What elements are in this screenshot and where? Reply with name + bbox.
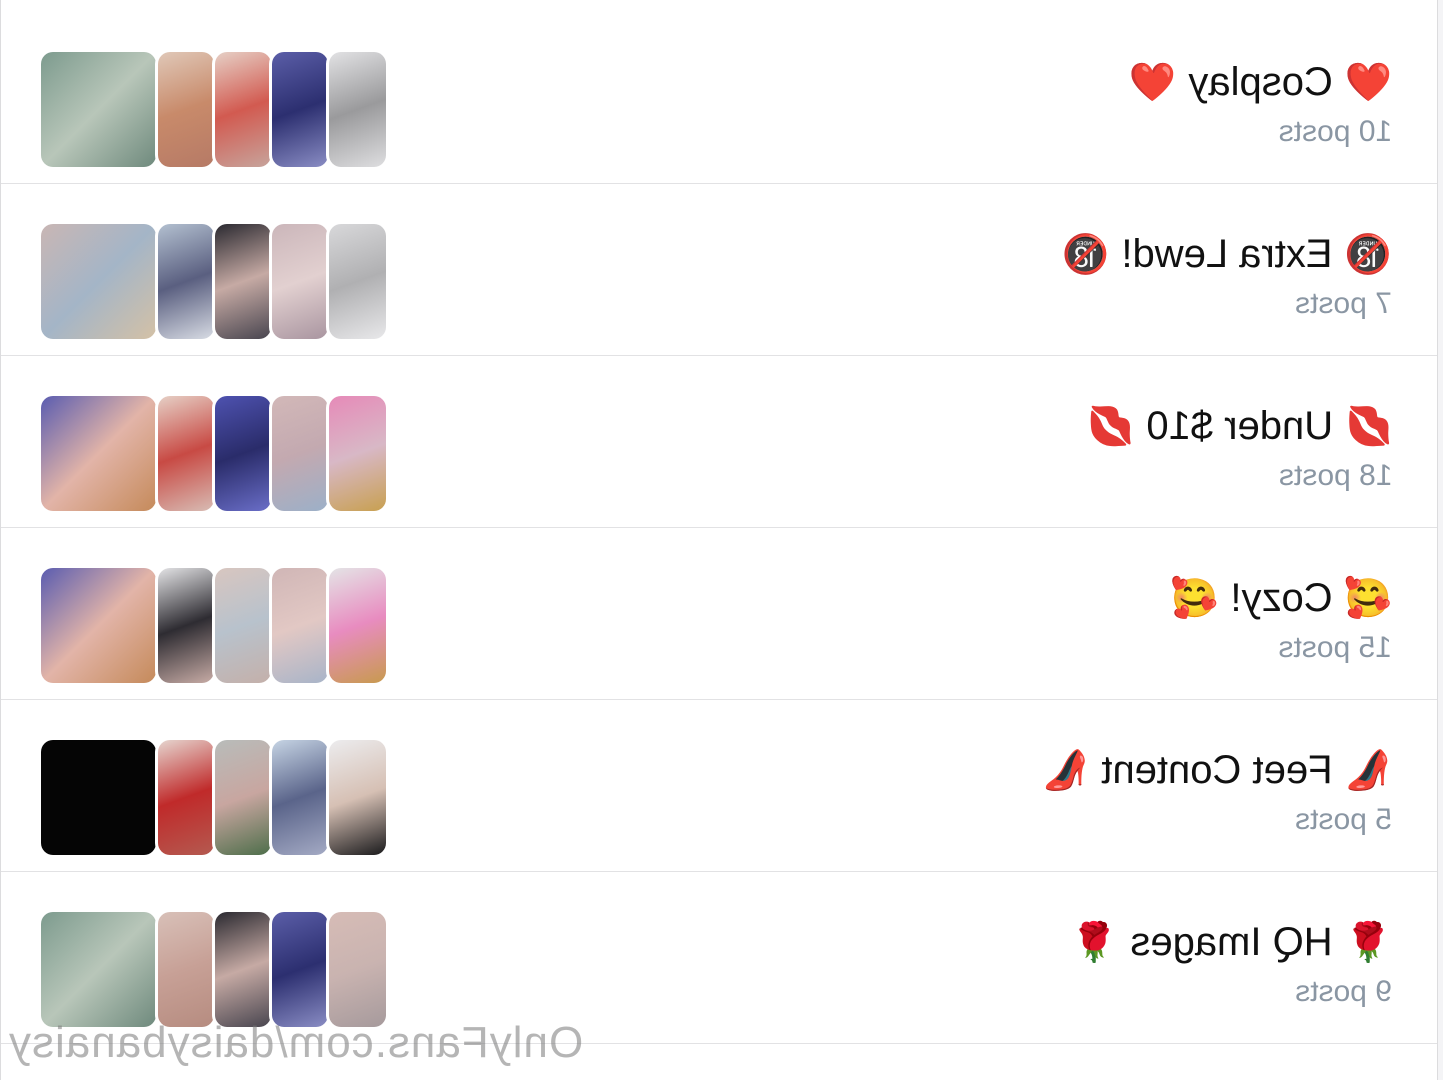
thumbnail (41, 52, 156, 167)
thumbnail (272, 52, 328, 167)
collection-row-cosplay[interactable]: ❤️ Cosplay ❤️ 10 posts (1, 12, 1437, 184)
collection-row-feet-content[interactable]: 👠 Feet Content 👠 5 posts (1, 700, 1437, 872)
thumbnail (272, 224, 328, 339)
collection-thumbnails (41, 224, 386, 339)
thumbnail (329, 568, 386, 683)
heart-icon: ❤️ (1128, 61, 1177, 104)
collection-thumbnails (41, 912, 386, 1027)
collection-post-count: 9 posts (1295, 975, 1392, 1008)
collection-thumbnails (41, 740, 386, 855)
collection-text: 💋 Under $10 💋 18 posts (1087, 404, 1392, 493)
thumbnail (215, 740, 271, 855)
thumbnail (329, 52, 386, 167)
smiling-face-hearts-icon: 🥰 (1344, 577, 1392, 620)
collection-thumbnails (41, 568, 386, 683)
collection-post-count: 7 posts (1295, 287, 1392, 320)
thumbnail (272, 912, 328, 1027)
thumbnail (272, 740, 328, 855)
thumbnail (272, 396, 328, 511)
collection-row-extra-lewd[interactable]: 🔞 Extra Lewd! 🔞 7 posts (1, 184, 1437, 356)
watermark-text: OnlyFans.com/daisybanaisy (8, 1018, 584, 1067)
thumbnail (158, 396, 214, 511)
collection-post-count: 15 posts (1278, 631, 1392, 664)
thumbnail (215, 52, 271, 167)
kiss-mark-icon: 💋 (1344, 405, 1392, 448)
thumbnail (215, 224, 271, 339)
collection-text: ❤️ Cosplay ❤️ 10 posts (1129, 60, 1392, 149)
heart-icon: ❤️ (1344, 61, 1392, 104)
collections-panel: ❤️ Cosplay ❤️ 10 posts 🔞 Extra Lewd! 🔞 7… (0, 0, 1438, 1080)
collection-row-under-10[interactable]: 💋 Under $10 💋 18 posts (1, 356, 1437, 528)
thumbnail (215, 568, 271, 683)
thumbnail (215, 912, 271, 1027)
collection-title: Cozy! (1230, 576, 1333, 620)
thumbnail (41, 740, 156, 855)
thumbnail (329, 224, 386, 339)
collection-title: Feet Content (1101, 748, 1333, 792)
thumbnail (329, 740, 386, 855)
thumbnail (158, 740, 214, 855)
thumbnail (158, 912, 214, 1027)
thumbnail (329, 396, 386, 511)
rose-icon: 🌹 (1344, 921, 1392, 964)
collection-row-cozy[interactable]: 🥰 Cozy! 🥰 15 posts (1, 528, 1437, 700)
collection-thumbnails (41, 52, 386, 167)
collection-text: 👠 Feet Content 👠 5 posts (1042, 748, 1392, 837)
thumbnail (41, 224, 156, 339)
smiling-face-hearts-icon: 🥰 (1171, 577, 1219, 620)
kiss-mark-icon: 💋 (1086, 405, 1134, 448)
collection-thumbnails (41, 396, 386, 511)
thumbnail (158, 568, 214, 683)
collection-post-count: 10 posts (1278, 115, 1392, 148)
collection-title: Extra Lewd! (1121, 232, 1333, 276)
thumbnail (41, 396, 156, 511)
thumbnail (329, 912, 386, 1027)
high-heel-icon: 👠 (1344, 749, 1392, 792)
collection-post-count: 18 posts (1278, 459, 1392, 492)
collection-text: 🥰 Cozy! 🥰 15 posts (1171, 576, 1392, 665)
thumbnail (158, 52, 214, 167)
thumbnail (41, 912, 156, 1027)
thumbnail (215, 396, 271, 511)
collection-title: Under $10 (1145, 404, 1333, 448)
adults-only-icon: 🔞 (1062, 233, 1110, 276)
collection-title: Cosplay (1188, 60, 1333, 104)
collection-text: 🔞 Extra Lewd! 🔞 7 posts (1062, 232, 1392, 321)
thumbnail (272, 568, 328, 683)
thumbnail (158, 224, 214, 339)
rose-icon: 🌹 (1071, 921, 1119, 964)
collection-title: HQ Images (1130, 920, 1333, 964)
high-heel-icon: 👠 (1042, 749, 1090, 792)
collection-post-count: 5 posts (1295, 803, 1392, 836)
collection-text: 🌹 HQ Images 🌹 9 posts (1071, 920, 1392, 1009)
thumbnail (41, 568, 156, 683)
adults-only-icon: 🔞 (1344, 233, 1392, 276)
